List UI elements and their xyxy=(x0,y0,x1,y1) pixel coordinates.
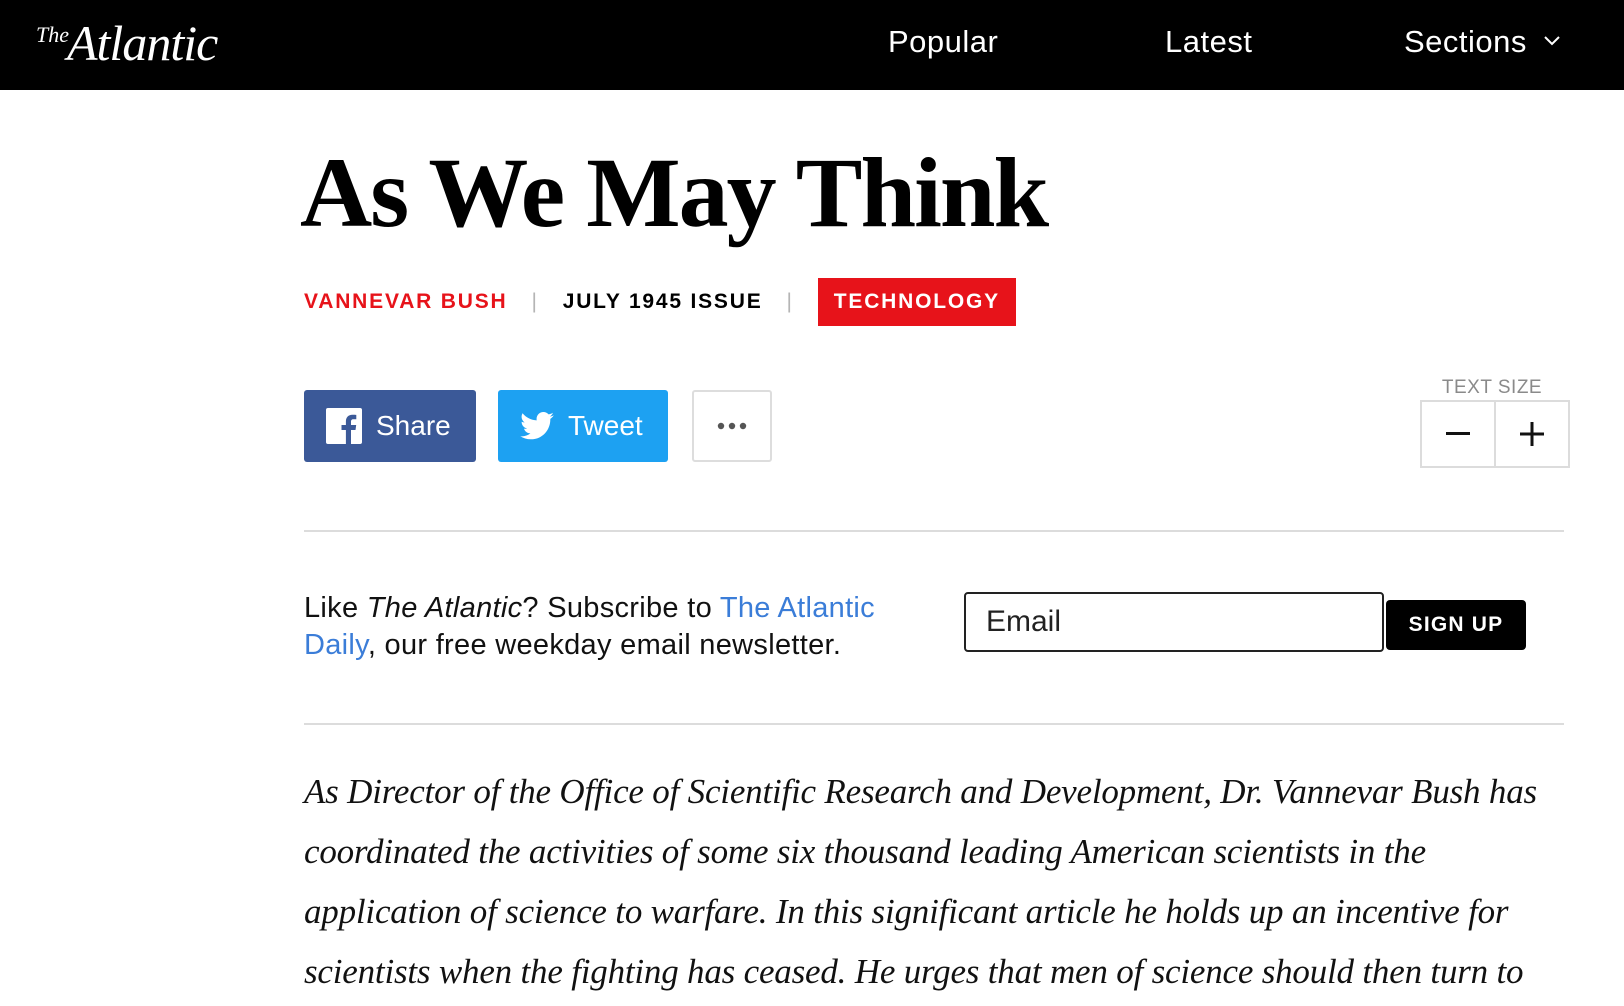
nav-sections[interactable]: Sections xyxy=(1404,24,1560,60)
twitter-tweet-button[interactable]: Tweet xyxy=(498,390,668,462)
issue-link[interactable]: JULY 1945 ISSUE xyxy=(563,290,763,314)
author-link[interactable]: VANNEVAR BUSH xyxy=(304,290,507,314)
divider xyxy=(304,723,1564,725)
nav-popular[interactable]: Popular xyxy=(888,24,998,60)
minus-icon xyxy=(1446,432,1470,435)
twitter-bird-icon xyxy=(520,412,554,440)
byline: VANNEVAR BUSH | JULY 1945 ISSUE | TECHNO… xyxy=(304,278,1016,326)
facebook-share-button[interactable]: Share xyxy=(304,390,476,462)
divider xyxy=(304,530,1564,532)
facebook-share-label: Share xyxy=(376,410,451,441)
newsletter-brand: The Atlantic xyxy=(366,592,523,624)
twitter-tweet-label: Tweet xyxy=(568,410,643,441)
logo-the: The xyxy=(36,22,69,47)
ellipsis-icon xyxy=(717,422,747,430)
newsletter-text-3: , our free weekday email newsletter. xyxy=(367,629,842,661)
section-tag[interactable]: TECHNOLOGY xyxy=(817,278,1016,326)
more-share-options-button[interactable] xyxy=(692,390,772,462)
byline-separator: | xyxy=(531,290,539,313)
text-size-decrease-button[interactable] xyxy=(1422,402,1494,466)
sign-up-button[interactable]: SIGN UP xyxy=(1386,600,1526,650)
text-size-label: TEXT SIZE xyxy=(1441,377,1543,398)
text-size-control xyxy=(1420,400,1570,468)
logo-name: Atlantic xyxy=(67,15,218,71)
chevron-down-icon xyxy=(1544,36,1560,46)
newsletter-text-2: ? Subscribe to xyxy=(522,592,720,624)
text-size-increase-button[interactable] xyxy=(1494,402,1568,466)
byline-separator: | xyxy=(786,290,794,313)
facebook-icon xyxy=(326,408,362,444)
atlantic-logo[interactable]: TheAtlantic xyxy=(36,14,218,72)
newsletter-promo-text: Like The Atlantic? Subscribe to The Atla… xyxy=(304,590,944,664)
email-input[interactable] xyxy=(964,592,1384,652)
top-nav-bar: TheAtlantic Popular Latest Sections xyxy=(0,0,1624,90)
plus-icon xyxy=(1520,422,1544,446)
nav-sections-label: Sections xyxy=(1404,24,1527,59)
nav-latest[interactable]: Latest xyxy=(1165,24,1252,60)
newsletter-text-1: Like xyxy=(304,592,367,624)
article-title: As We May Think xyxy=(300,137,1049,248)
article-intro: As Director of the Office of Scientific … xyxy=(304,772,1537,991)
